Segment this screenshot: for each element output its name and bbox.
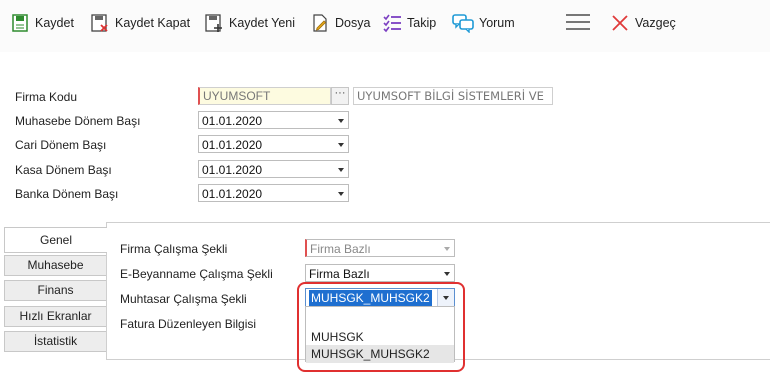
checklist-icon <box>382 13 402 33</box>
chevron-down-icon <box>338 168 344 172</box>
banka-donem-select[interactable]: 01.01.2020 <box>198 184 349 202</box>
ebeyanname-value: Firma Bazlı <box>309 267 370 281</box>
cari-donem-label: Cari Dönem Başı <box>15 138 107 152</box>
muhtasar-dropdown-list: MUHSGK MUHSGK_MUHSGK2 <box>305 306 455 363</box>
kasa-donem-label: Kasa Dönem Başı <box>15 163 112 177</box>
firma-kodu-input[interactable]: UYUMSOFT <box>198 87 331 105</box>
comment-button[interactable]: Yorum <box>452 11 515 35</box>
save-label: Kaydet <box>35 16 74 30</box>
fatura-label: Fatura Düzenleyen Bilgisi <box>120 317 257 331</box>
ebeyanname-select[interactable]: Firma Bazlı <box>305 264 455 282</box>
tab-finans[interactable]: Finans <box>4 280 107 301</box>
muhtasar-label: Muhtasar Çalışma Şekli <box>120 292 247 306</box>
firma-calisma-value: Firma Bazlı <box>310 242 371 256</box>
save-button[interactable]: Kaydet <box>10 11 74 35</box>
chevron-down-icon <box>444 247 450 251</box>
banka-donem-label: Banka Dönem Başı <box>15 187 119 201</box>
chevron-down-icon <box>444 272 450 276</box>
toolbar: Kaydet Kaydet Kapat Kaydet Yeni Dosya Ta… <box>0 0 770 52</box>
file-icon <box>310 13 330 33</box>
muhasebe-donem-select[interactable]: 01.01.2020 <box>198 111 349 129</box>
dropdown-button[interactable] <box>437 289 454 307</box>
ebeyanname-label: E-Beyanname Çalışma Şekli <box>120 267 273 281</box>
comment-label: Yorum <box>479 16 515 30</box>
dropdown-option[interactable]: MUHSGK_MUHSGK2 <box>306 345 454 363</box>
tab-muhasebe[interactable]: Muhasebe <box>4 255 107 276</box>
save-close-label: Kaydet Kapat <box>115 16 191 30</box>
firma-description-field: UYUMSOFT BİLGİ SİSTEMLERİ VE <box>353 87 553 105</box>
tab-istatistik[interactable]: İstatistik <box>4 331 107 352</box>
firma-calisma-label: Firma Çalışma Şekli <box>120 242 228 256</box>
tab-genel[interactable]: Genel <box>4 227 107 253</box>
save-close-icon <box>90 13 110 33</box>
muhtasar-value: MUHSGK_MUHSGK2 <box>309 290 432 306</box>
close-icon <box>610 13 630 33</box>
kasa-donem-value: 01.01.2020 <box>202 163 263 177</box>
chevron-down-icon <box>338 192 344 196</box>
firma-lookup-button[interactable]: ··· <box>331 87 349 105</box>
chevron-down-icon <box>443 296 449 300</box>
follow-button[interactable]: Takip <box>382 11 436 35</box>
follow-label: Takip <box>407 16 437 30</box>
banka-donem-value: 01.01.2020 <box>202 187 263 201</box>
chevron-down-icon <box>338 119 344 123</box>
kasa-donem-select[interactable]: 01.01.2020 <box>198 160 349 178</box>
save-new-label: Kaydet Yeni <box>229 16 296 30</box>
muhtasar-select[interactable]: MUHSGK_MUHSGK2 <box>305 288 455 308</box>
muhasebe-donem-value: 01.01.2020 <box>202 114 263 128</box>
save-new-button[interactable]: Kaydet Yeni <box>204 11 295 35</box>
cancel-label: Vazgeç <box>635 16 676 30</box>
muhasebe-donem-label: Muhasebe Dönem Başı <box>15 114 141 128</box>
chevron-down-icon <box>338 143 344 147</box>
save-close-button[interactable]: Kaydet Kapat <box>90 11 190 35</box>
file-button[interactable]: Dosya <box>310 11 370 35</box>
dropdown-option[interactable]: MUHSGK <box>306 328 454 346</box>
menu-icon[interactable] <box>566 14 590 32</box>
firma-kodu-label: Firma Kodu <box>15 90 78 104</box>
file-label: Dosya <box>335 16 371 30</box>
save-new-icon <box>204 13 224 33</box>
tab-hizli-ekranlar[interactable]: Hızlı Ekranlar <box>4 306 107 327</box>
cari-donem-value: 01.01.2020 <box>202 138 263 152</box>
cari-donem-select[interactable]: 01.01.2020 <box>198 135 349 153</box>
cancel-button[interactable]: Vazgeç <box>610 11 676 35</box>
firma-calisma-select[interactable]: Firma Bazlı <box>305 239 455 257</box>
save-icon <box>10 13 30 33</box>
comment-icon <box>452 13 474 34</box>
